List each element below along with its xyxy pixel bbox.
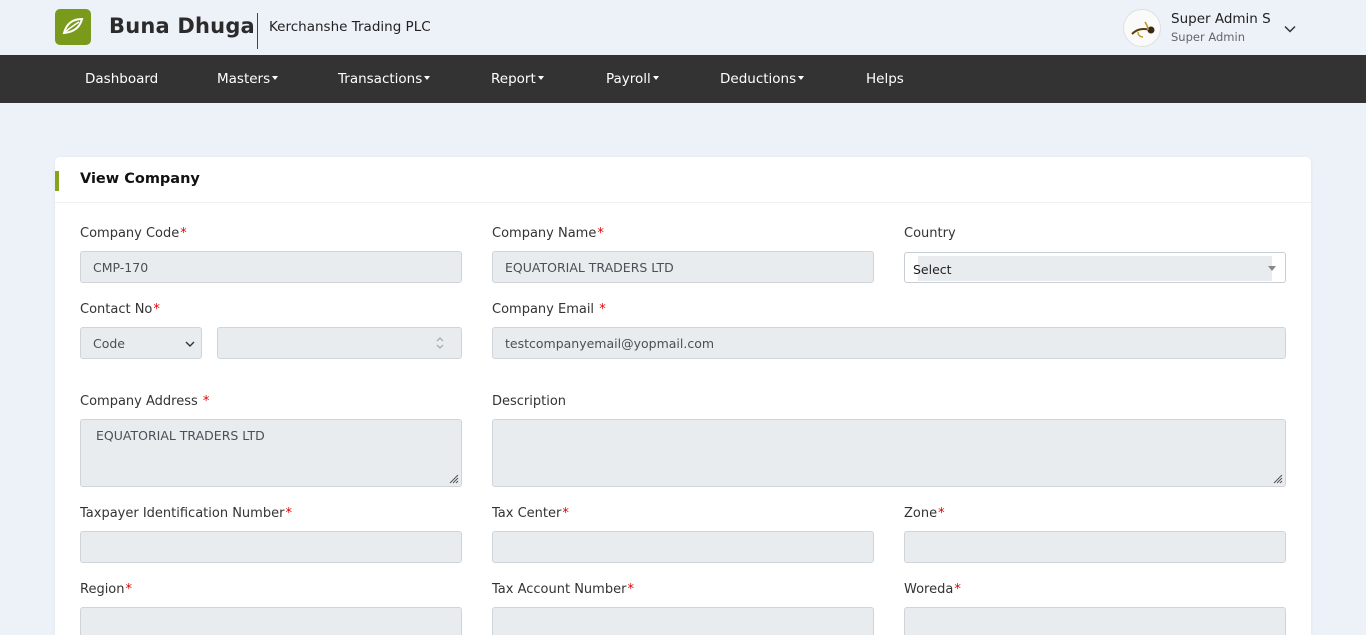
- page-title: View Company: [80, 171, 200, 187]
- required-marker: *: [153, 302, 160, 317]
- nav-helps[interactable]: Helps: [866, 71, 904, 87]
- region-label: Region*: [80, 582, 132, 597]
- company-email-value: testcompanyemail@yopmail.com: [505, 335, 715, 351]
- woreda-label-text: Woreda: [904, 582, 954, 597]
- region-label-text: Region: [80, 582, 125, 597]
- company-name-field[interactable]: EQUATORIAL TRADERS LTD: [492, 251, 874, 283]
- caret-down-icon: [652, 76, 659, 80]
- zone-label-text: Zone: [904, 506, 938, 521]
- company-code-value: CMP-170: [93, 259, 149, 275]
- country-select-value: Select: [913, 262, 952, 277]
- tin-field[interactable]: [80, 531, 462, 563]
- nav-report-label: Report: [491, 71, 536, 87]
- required-marker: *: [954, 582, 961, 597]
- tax-account-number-label-text: Tax Account Number: [492, 582, 627, 597]
- nav-masters-label: Masters: [217, 71, 271, 87]
- nav-transactions[interactable]: Transactions: [338, 71, 431, 87]
- required-marker: *: [627, 582, 634, 597]
- tax-account-number-field[interactable]: [492, 607, 874, 635]
- top-header: Buna Dhuga Kerchanshe Trading PLC Super …: [0, 0, 1366, 55]
- view-company-card: View Company Company Code* CMP-170 Compa…: [55, 157, 1311, 635]
- nav-payroll[interactable]: Payroll: [606, 71, 659, 87]
- nav-masters[interactable]: Masters: [217, 71, 279, 87]
- tax-account-number-label: Tax Account Number*: [492, 582, 634, 597]
- company-address-value: EQUATORIAL TRADERS LTD: [96, 428, 265, 443]
- contact-no-label-text: Contact No: [80, 302, 153, 317]
- caret-down-icon: [798, 76, 805, 80]
- nav-transactions-label: Transactions: [338, 71, 423, 87]
- resize-grip-icon[interactable]: [1271, 472, 1283, 484]
- nav-deductions[interactable]: Deductions: [720, 71, 805, 87]
- company-code-label-text: Company Code: [80, 226, 180, 241]
- contact-number-input[interactable]: [217, 327, 462, 359]
- required-marker: *: [599, 302, 606, 317]
- tax-center-label: Tax Center*: [492, 506, 569, 521]
- description-label: Description: [492, 394, 566, 409]
- woreda-label: Woreda*: [904, 582, 961, 597]
- number-spinner-icon[interactable]: [436, 336, 444, 350]
- description-label-text: Description: [492, 394, 567, 409]
- company-email-label: Company Email *: [492, 302, 606, 317]
- region-field[interactable]: [80, 607, 462, 635]
- nav-report[interactable]: Report: [491, 71, 544, 87]
- nav-dashboard[interactable]: Dashboard: [85, 71, 158, 87]
- company-name-value: EQUATORIAL TRADERS LTD: [505, 259, 674, 275]
- required-marker: *: [202, 394, 210, 409]
- caret-down-icon: [1268, 266, 1276, 271]
- contact-no-label: Contact No*: [80, 302, 160, 317]
- required-marker: *: [938, 506, 945, 521]
- zone-label: Zone*: [904, 506, 945, 521]
- brand-logo-icon[interactable]: [55, 9, 91, 45]
- company-name-label: Company Name*: [492, 226, 604, 241]
- required-marker: *: [125, 582, 133, 597]
- nav-payroll-label: Payroll: [606, 71, 651, 87]
- contact-code-value: Code: [93, 335, 126, 351]
- company-code-field[interactable]: CMP-170: [80, 251, 462, 283]
- caret-down-icon: [537, 76, 544, 80]
- card-accent-bar: [55, 171, 59, 191]
- nav-deductions-label: Deductions: [720, 71, 797, 87]
- company-email-label-text: Company Email: [492, 302, 595, 317]
- tin-label-text: Taxpayer Identification Number: [80, 506, 285, 521]
- user-avatar[interactable]: [1123, 9, 1161, 47]
- brand-name[interactable]: Buna Dhuga: [109, 14, 255, 38]
- card-header: View Company: [55, 157, 1311, 203]
- country-select-inner: [918, 256, 1272, 281]
- company-code-label: Company Code*: [80, 226, 187, 241]
- main-navbar: Dashboard Masters Transactions Report Pa…: [0, 55, 1366, 103]
- caret-down-icon: [424, 76, 431, 80]
- required-marker: *: [180, 226, 187, 241]
- header-company-name: Kerchanshe Trading PLC: [269, 19, 431, 35]
- caret-down-icon: [272, 76, 279, 80]
- brand-divider: [257, 13, 258, 49]
- country-label-text: Country: [904, 226, 956, 241]
- required-marker: *: [597, 226, 604, 241]
- nav-dashboard-label: Dashboard: [85, 71, 159, 87]
- company-address-label-text: Company Address: [80, 394, 198, 409]
- user-role: Super Admin: [1171, 30, 1245, 44]
- required-marker: *: [285, 506, 292, 521]
- contact-code-select[interactable]: Code: [80, 327, 202, 359]
- zone-field[interactable]: [904, 531, 1286, 563]
- woreda-field[interactable]: [904, 607, 1286, 635]
- tin-label: Taxpayer Identification Number*: [80, 506, 292, 521]
- resize-grip-icon[interactable]: [447, 472, 459, 484]
- company-name-label-text: Company Name: [492, 226, 597, 241]
- company-address-textarea[interactable]: EQUATORIAL TRADERS LTD: [80, 419, 462, 487]
- tax-center-label-text: Tax Center: [492, 506, 562, 521]
- required-marker: *: [562, 506, 569, 521]
- chevron-down-icon[interactable]: [1283, 21, 1297, 35]
- company-email-field[interactable]: testcompanyemail@yopmail.com: [492, 327, 1286, 359]
- chevron-down-icon: [185, 341, 195, 347]
- description-textarea[interactable]: [492, 419, 1286, 487]
- tax-center-field[interactable]: [492, 531, 874, 563]
- company-address-label: Company Address *: [80, 394, 209, 409]
- user-name[interactable]: Super Admin S: [1171, 11, 1271, 27]
- country-label: Country: [904, 226, 956, 241]
- country-select[interactable]: Select: [904, 252, 1286, 283]
- nav-helps-label: Helps: [866, 71, 904, 87]
